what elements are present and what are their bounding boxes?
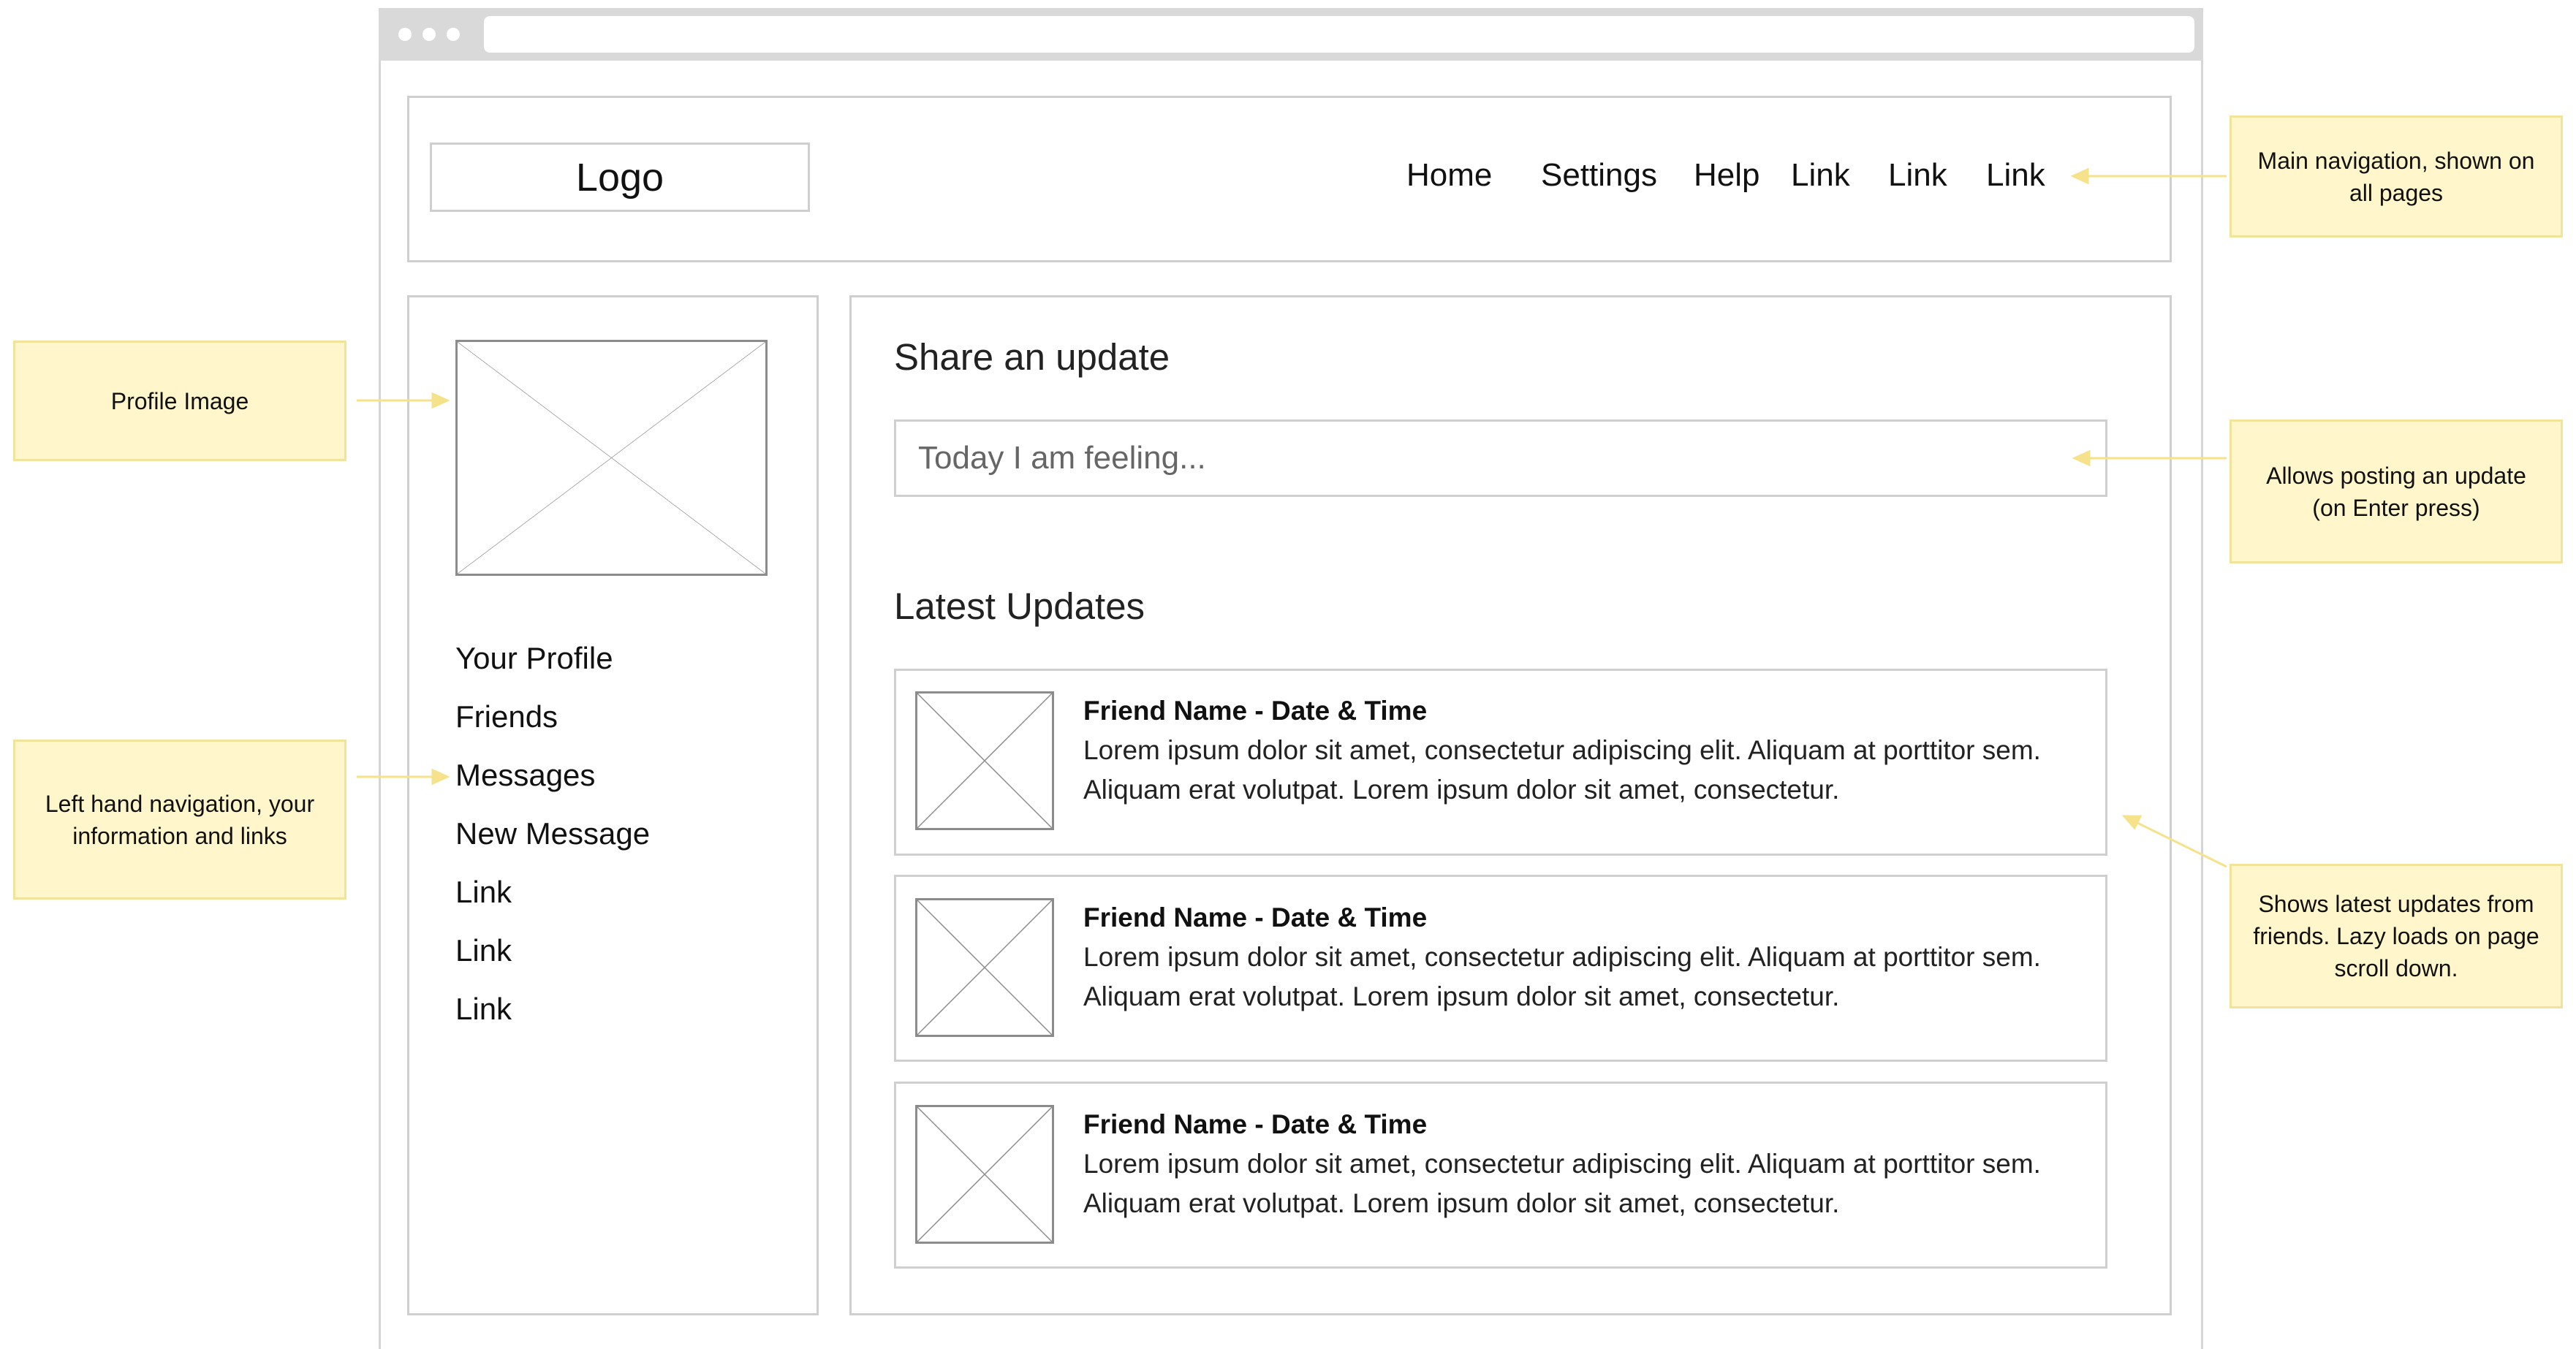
update-title[interactable]: Friend Name - Date & Time (1083, 902, 1427, 933)
window-dot-icon (447, 28, 460, 41)
friend-avatar[interactable] (915, 691, 1054, 830)
nav-link-home[interactable]: Home (1406, 157, 1492, 194)
address-bar[interactable] (484, 16, 2194, 53)
nav-link-help[interactable]: Help (1694, 157, 1760, 194)
update-title[interactable]: Friend Name - Date & Time (1083, 696, 1427, 726)
latest-updates-heading: Latest Updates (894, 585, 1145, 627)
nav-link[interactable]: Link (1791, 157, 1850, 194)
annotation-profile-image: Profile Image (13, 341, 346, 461)
update-input[interactable]: Today I am feeling... (894, 419, 2107, 497)
sidebar-item-messages[interactable]: Messages (455, 758, 595, 793)
update-body: Lorem ipsum dolor sit amet, consectetur … (1083, 735, 2041, 805)
sidebar-item-new-message[interactable]: New Message (455, 816, 650, 851)
update-body: Lorem ipsum dolor sit amet, consectetur … (1083, 942, 2041, 1011)
nav-link-settings[interactable]: Settings (1541, 157, 1657, 194)
share-heading: Share an update (894, 336, 1170, 378)
placeholder-cross-icon (917, 900, 1052, 1035)
placeholder-cross-icon (917, 1107, 1052, 1242)
profile-image[interactable] (455, 340, 768, 576)
friend-avatar[interactable] (915, 898, 1054, 1037)
annotation-main-nav: Main navigation, shown on all pages (2230, 115, 2563, 238)
sidebar-item-your-profile[interactable]: Your Profile (455, 641, 613, 676)
sidebar-item-friends[interactable]: Friends (455, 699, 558, 734)
nav-link[interactable]: Link (1888, 157, 1947, 194)
logo[interactable]: Logo (430, 142, 810, 212)
update-title[interactable]: Friend Name - Date & Time (1083, 1109, 1427, 1140)
sidebar-item-link[interactable]: Link (455, 875, 512, 910)
sidebar-item-link[interactable]: Link (455, 933, 512, 968)
update-body: Lorem ipsum dolor sit amet, consectetur … (1083, 1149, 2041, 1218)
annotation-posting: Allows posting an update (on Enter press… (2230, 419, 2563, 563)
window-dot-icon (398, 28, 412, 41)
placeholder-cross-icon (917, 694, 1052, 828)
annotation-latest-updates: Shows latest updates from friends. Lazy … (2230, 864, 2563, 1008)
annotation-left-nav: Left hand navigation, your information a… (13, 740, 346, 900)
window-dot-icon (423, 28, 436, 41)
sidebar-item-link[interactable]: Link (455, 992, 512, 1027)
placeholder-cross-icon (458, 342, 765, 574)
friend-avatar[interactable] (915, 1105, 1054, 1244)
nav-link[interactable]: Link (1986, 157, 2045, 194)
